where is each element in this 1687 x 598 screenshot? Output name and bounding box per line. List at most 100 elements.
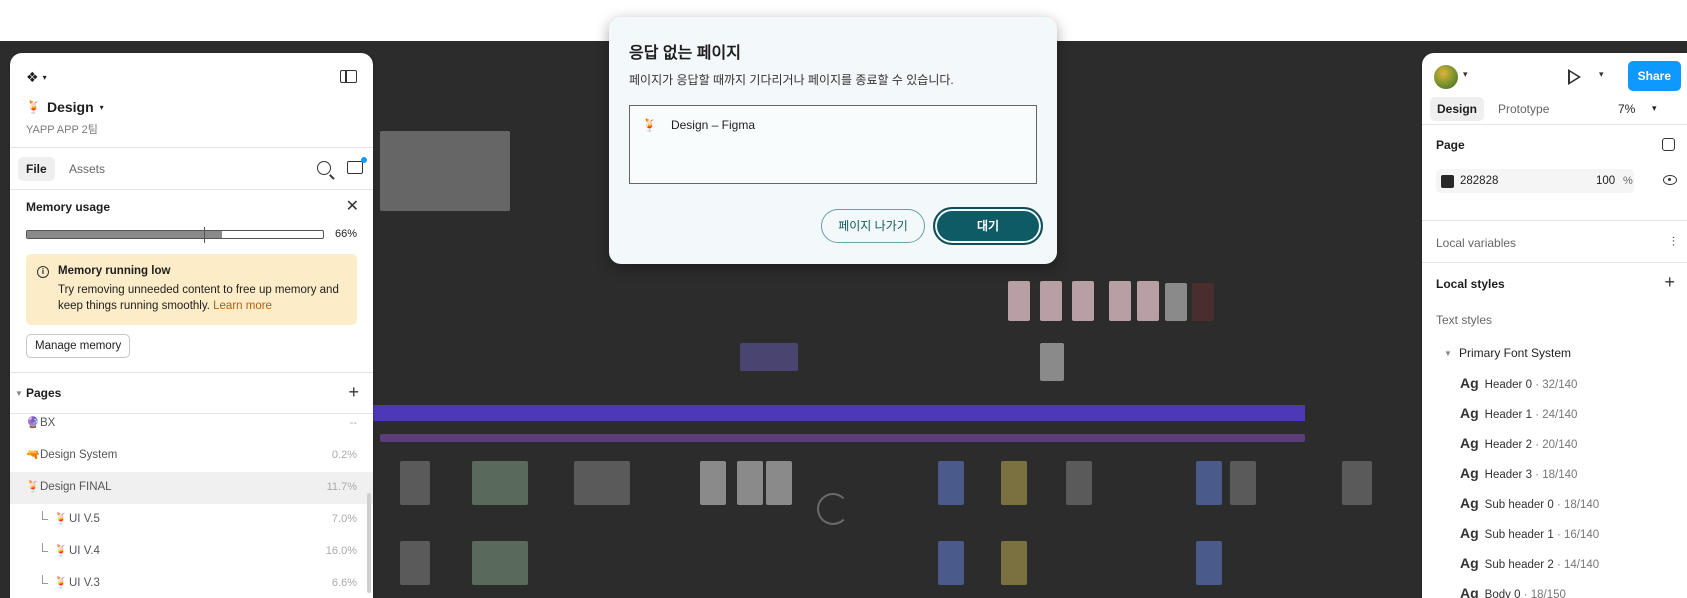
canvas-frame [400,541,430,585]
file-title[interactable]: 🍹 Design ▾ [26,99,104,115]
style-name: Header 1 [1484,409,1532,421]
notification-dot [361,157,367,163]
page-emoji-icon: 🍹 [54,545,68,557]
add-page-icon[interactable]: + [348,382,359,403]
page-item-ui-v4[interactable]: 🍹 UI V.4 16.0% [10,536,373,568]
chevron-down-icon[interactable]: ▼ [15,389,23,398]
chevron-down-icon[interactable]: ▾ [1463,69,1468,80]
page-item-ui-v5[interactable]: 🍹 UI V.5 7.0% [10,504,373,536]
text-style-icon: Ag [1460,435,1479,451]
canvas-frame [574,461,630,505]
right-sidebar: ▾ ▾ Share Design Prototype 7% ▾ Page 282… [1422,53,1687,598]
local-variables-row[interactable]: Local variables ⫶ [1422,221,1687,263]
page-item-ui-v3[interactable]: 🍹 UI V.3 6.6% [10,568,373,598]
tab-assets[interactable]: Assets [69,162,105,176]
library-icon[interactable] [347,157,367,174]
opacity-value[interactable]: 100 [1596,175,1615,187]
exit-page-button[interactable]: 페이지 나가기 [821,209,925,243]
memory-warning-title: Memory running low [58,265,171,277]
branch-icon [42,511,48,520]
branch-icon [42,575,48,584]
canvas-frame [1040,343,1064,381]
page-memory-percent: 0.2% [331,449,357,461]
style-name: Header 3 [1484,469,1532,481]
left-sidebar: ❖ ▾ 🍹 Design ▾ YAPP APP 2팀 File Assets M… [10,53,373,598]
canvas-frame [1001,541,1027,585]
chevron-down-icon[interactable]: ▾ [1599,69,1604,80]
style-spec: · 18/150 [1523,589,1566,598]
page-item-design-system[interactable]: 🔫 Design System 0.2% [10,440,373,472]
wait-button[interactable]: 대기 [933,207,1043,245]
canvas-frame [1072,281,1094,321]
page-section-title: Page [1436,138,1465,152]
style-name: Sub header 0 [1484,499,1554,511]
manage-memory-button[interactable]: Manage memory [26,334,131,358]
text-style-item[interactable]: Ag Body 0 · 18/150 [1460,585,1566,598]
text-style-item[interactable]: Ag Header 0 · 32/140 [1460,375,1577,391]
text-style-item[interactable]: Ag Sub header 1 · 16/140 [1460,525,1599,541]
page-color-field[interactable]: 282828 100 % [1436,169,1634,193]
panel-toggle-icon[interactable] [340,70,357,83]
page-list: 🔮 BX -- 🔫 Design System 0.2% 🍹 Design FI… [10,408,373,598]
share-button[interactable]: Share [1627,61,1681,91]
color-swatch[interactable] [1441,175,1454,188]
tab-design[interactable]: Design [1430,97,1485,121]
style-spec: · 18/140 [1556,499,1600,511]
canvas-frame [938,541,964,585]
unresponsive-page-list: 🍹 Design – Figma [629,105,1037,184]
memory-usage-title: Memory usage [26,200,111,214]
page-item-bx[interactable]: 🔮 BX -- [10,408,373,440]
page-properties: Page 282828 100 % [1422,125,1687,221]
text-style-item[interactable]: Ag Sub header 0 · 18/140 [1460,495,1599,511]
search-icon[interactable] [317,161,331,175]
page-memory-percent: 16.0% [325,545,357,557]
opacity-unit: % [1623,175,1633,187]
page-name: BX [40,417,56,429]
avatar[interactable] [1434,65,1458,89]
tab-file[interactable]: File [18,157,55,181]
page-memory-percent: 11.7% [326,481,357,493]
canvas-frame [1165,283,1187,321]
font-system-group[interactable]: Primary Font System [1459,346,1571,360]
style-name: Sub header 1 [1484,529,1554,541]
zoom-level[interactable]: 7% [1618,102,1635,116]
chevron-down-icon[interactable]: ▼ [1444,349,1452,358]
memory-warning-body: Try removing unneeded content to free up… [58,284,339,312]
learn-more-link[interactable]: Learn more [213,300,272,312]
tab-prototype[interactable]: Prototype [1498,102,1549,116]
canvas-frame [1196,541,1222,585]
text-style-item[interactable]: Ag Header 3 · 18/140 [1460,465,1577,481]
text-style-item[interactable]: Ag Header 1 · 24/140 [1460,405,1577,421]
color-hex-value[interactable]: 282828 [1460,175,1498,187]
local-styles-title: Local styles [1436,277,1505,291]
canvas-frame [1066,461,1092,505]
page-settings-icon[interactable] [1662,138,1675,151]
text-style-item[interactable]: Ag Sub header 2 · 14/140 [1460,555,1599,571]
variables-settings-icon[interactable]: ⫶ [1672,234,1675,250]
page-memory-percent: 6.6% [331,577,357,589]
canvas-frame [1109,281,1131,321]
canvas-frame [400,461,430,505]
memory-usage-section: Memory usage ✕ 66% i Memory running low … [10,190,373,373]
scrollbar[interactable] [367,493,371,593]
canvas-frame [472,461,528,505]
eye-icon[interactable] [1663,175,1677,185]
close-icon[interactable]: ✕ [346,199,359,215]
page-name: Design System [40,449,118,461]
canvas-frame [737,461,763,505]
page-emoji-icon: 🔮 [26,417,40,429]
right-toolbar: ▾ ▾ Share Design Prototype 7% ▾ [1422,53,1687,125]
style-spec: · 16/140 [1556,529,1600,541]
text-style-icon: Ag [1460,375,1479,391]
page-item-design-final[interactable]: 🍹 Design FINAL 11.7% [10,472,373,504]
add-style-icon[interactable]: + [1664,272,1675,293]
page-emoji-icon: 🍹 [54,513,68,525]
canvas-frame [700,461,726,505]
local-variables-label: Local variables [1436,236,1517,250]
text-style-item[interactable]: Ag Header 2 · 20/140 [1460,435,1577,451]
main-menu-button[interactable]: ❖ ▾ [26,69,47,86]
chevron-down-icon[interactable]: ▾ [1652,103,1657,114]
style-name: Sub header 2 [1484,559,1554,571]
style-spec: · 32/140 [1535,379,1578,391]
style-name: Header 0 [1484,379,1532,391]
